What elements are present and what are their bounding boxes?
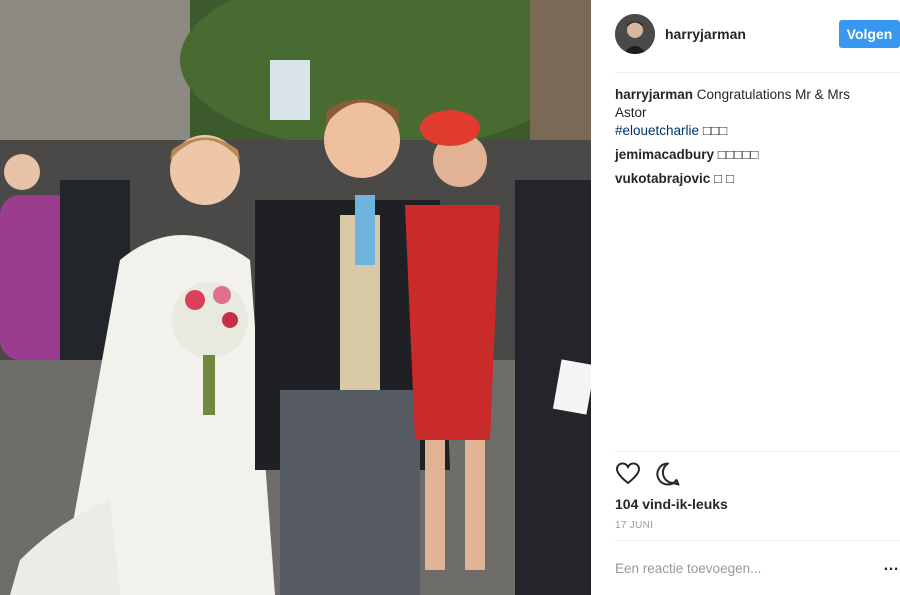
profile-picture-image [615, 14, 655, 54]
caption-hashtag[interactable]: #elouetcharlie [615, 123, 699, 138]
divider [615, 451, 900, 452]
comments-list: harryjarman Congratulations Mr & Mrs Ast… [615, 86, 875, 194]
comment-bubble-icon[interactable] [655, 461, 681, 487]
post-header: harryjarman Volgen [615, 14, 900, 54]
comment-text: □□□□□ [714, 147, 759, 162]
comment-username[interactable]: jemimacadbury [615, 147, 714, 162]
post-photo[interactable] [0, 0, 591, 595]
divider [615, 540, 900, 541]
post-actions [615, 461, 691, 487]
wedding-photo-image [0, 0, 591, 595]
list-item: jemimacadbury □□□□□ [615, 146, 875, 164]
follow-button[interactable]: Volgen [839, 20, 900, 48]
comment-username[interactable]: vukotabrajovic [615, 171, 710, 186]
more-options-icon[interactable]: … [883, 556, 899, 580]
heart-icon[interactable] [615, 461, 641, 487]
caption: harryjarman Congratulations Mr & Mrs Ast… [615, 86, 875, 140]
post-side-panel: harryjarman Volgen harryjarman Congratul… [591, 0, 900, 595]
likes-count[interactable]: 104 vind-ik-leuks [615, 496, 728, 512]
avatar[interactable] [615, 14, 655, 54]
username-link[interactable]: harryjarman [665, 26, 746, 42]
caption-emoji: □□□ [699, 123, 728, 138]
add-comment-input[interactable] [615, 556, 865, 580]
divider [615, 72, 900, 73]
list-item: vukotabrajovic □ □ [615, 170, 875, 188]
comment-text: □ □ [710, 171, 735, 186]
caption-username[interactable]: harryjarman [615, 87, 693, 102]
post-date: 17 JUNI [615, 520, 654, 531]
